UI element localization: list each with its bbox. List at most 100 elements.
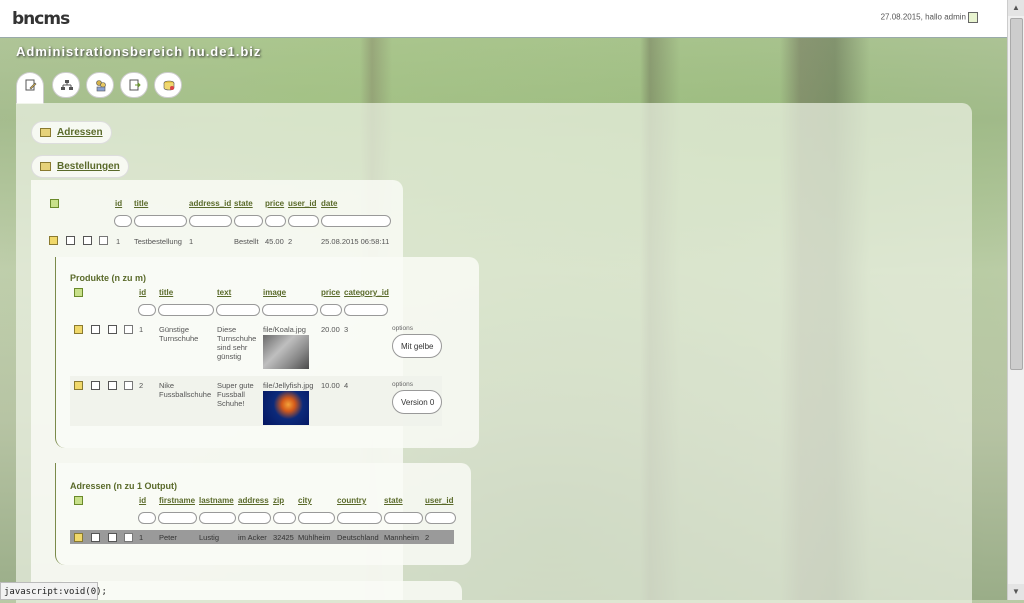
jellyfish-thumbnail[interactable] (263, 391, 309, 425)
cell-zip: 32425 (273, 533, 294, 542)
koala-thumbnail[interactable] (263, 335, 309, 369)
vertical-scrollbar[interactable]: ▲ ▼ (1007, 0, 1024, 600)
produkte-heading: Produkte (n zu m) (70, 273, 146, 283)
open-folder-icon[interactable] (74, 381, 83, 390)
filter-input[interactable] (320, 304, 342, 316)
column-header[interactable]: title (134, 199, 148, 208)
filter-input[interactable] (273, 512, 296, 524)
column-header[interactable]: price (265, 199, 284, 208)
section-bestellungen[interactable]: Bestellungen (31, 155, 129, 178)
options-label: options (392, 325, 413, 332)
adressen-output-heading: Adressen (n zu 1 Output) (70, 481, 178, 491)
column-header[interactable]: zip (273, 496, 284, 505)
view-icon[interactable] (124, 381, 133, 390)
tab-export[interactable] (120, 72, 148, 98)
sitemap-icon (61, 80, 73, 90)
cell-date: 25.08.2015 06:58:11 (321, 237, 390, 246)
add-record-icon[interactable] (74, 288, 83, 297)
column-header[interactable]: image (263, 288, 286, 297)
delete-icon[interactable] (108, 325, 117, 334)
filter-input[interactable] (288, 215, 319, 227)
filter-input[interactable] (134, 215, 187, 227)
cell-id: 1 (139, 325, 144, 334)
column-header[interactable]: date (321, 199, 337, 208)
filter-input[interactable] (344, 304, 388, 316)
filter-input[interactable] (216, 304, 260, 316)
filter-input[interactable] (238, 512, 271, 524)
column-header[interactable]: id (139, 496, 146, 505)
filter-input[interactable] (265, 215, 286, 227)
column-header[interactable]: id (139, 288, 146, 297)
edit-icon[interactable] (91, 533, 100, 542)
filter-input[interactable] (321, 215, 391, 227)
edit-icon[interactable] (91, 381, 100, 390)
cell-price: 45.00 (265, 237, 284, 246)
cell-id: 1 (139, 533, 144, 542)
filter-input[interactable] (262, 304, 318, 316)
filter-input[interactable] (298, 512, 335, 524)
view-icon[interactable] (99, 236, 108, 245)
user-info: 27.08.2015, hallo admin (881, 12, 978, 23)
column-header[interactable]: lastname (199, 496, 234, 505)
filter-input[interactable] (425, 512, 456, 524)
delete-icon[interactable] (108, 533, 117, 542)
filter-input[interactable] (138, 304, 156, 316)
column-header[interactable]: id (115, 199, 122, 208)
column-header[interactable]: category_id (344, 288, 389, 297)
column-header[interactable]: country (337, 496, 366, 505)
tab-sitemap[interactable] (52, 72, 80, 98)
filter-input[interactable] (199, 512, 236, 524)
filter-input[interactable] (384, 512, 423, 524)
cell-price: 20.00 (321, 325, 340, 334)
filter-input[interactable] (158, 512, 197, 524)
tab-users[interactable] (86, 72, 114, 98)
open-folder-icon[interactable] (49, 236, 58, 245)
column-header[interactable]: title (159, 288, 173, 297)
scroll-up-icon[interactable]: ▲ (1008, 0, 1024, 16)
delete-icon[interactable] (83, 236, 92, 245)
users-icon (96, 80, 106, 92)
logo[interactable]: bncms (12, 9, 70, 29)
logout-icon[interactable] (968, 12, 978, 23)
filter-input[interactable] (158, 304, 214, 316)
section-adressen-link[interactable]: Adressen (57, 127, 103, 138)
cell-city: Mühlheim (298, 533, 331, 542)
options-select[interactable]: Mit gelbe (392, 334, 442, 358)
cell-state: Mannheim (384, 533, 420, 542)
section-bestellungen-link[interactable]: Bestellungen (57, 161, 120, 172)
options-select[interactable]: Version 0 (392, 390, 442, 414)
column-header[interactable]: address (238, 496, 269, 505)
scroll-down-icon[interactable]: ▼ (1008, 584, 1024, 600)
filter-input[interactable] (234, 215, 263, 227)
column-header[interactable]: user_id (288, 199, 316, 208)
cell-id: 1 (116, 237, 121, 246)
tab-database[interactable] (154, 72, 182, 98)
section-adressen[interactable]: Adressen (31, 121, 112, 144)
view-icon[interactable] (124, 325, 133, 334)
edit-icon[interactable] (66, 236, 75, 245)
filter-input[interactable] (189, 215, 232, 227)
filter-input[interactable] (114, 215, 132, 227)
open-folder-icon[interactable] (74, 325, 83, 334)
filter-input[interactable] (337, 512, 382, 524)
filter-input[interactable] (138, 512, 156, 524)
column-header[interactable]: user_id (425, 496, 453, 505)
view-icon[interactable] (124, 533, 133, 542)
tab-documents[interactable] (16, 72, 44, 104)
cell-address: im Acker (238, 533, 267, 542)
column-header[interactable]: state (384, 496, 403, 505)
column-header[interactable]: firstname (159, 496, 195, 505)
column-header[interactable]: city (298, 496, 312, 505)
column-header[interactable]: state (234, 199, 253, 208)
delete-icon[interactable] (108, 381, 117, 390)
top-bar: bncms 27.08.2015, hallo admin (0, 0, 1008, 38)
column-header[interactable]: text (217, 288, 231, 297)
add-record-icon[interactable] (74, 496, 83, 505)
scrollbar-thumb[interactable] (1010, 18, 1023, 370)
folder-icon (40, 128, 51, 138)
add-record-icon[interactable] (50, 199, 59, 208)
column-header[interactable]: address_id (189, 199, 231, 208)
open-folder-icon[interactable] (74, 533, 83, 542)
column-header[interactable]: price (321, 288, 340, 297)
edit-icon[interactable] (91, 325, 100, 334)
